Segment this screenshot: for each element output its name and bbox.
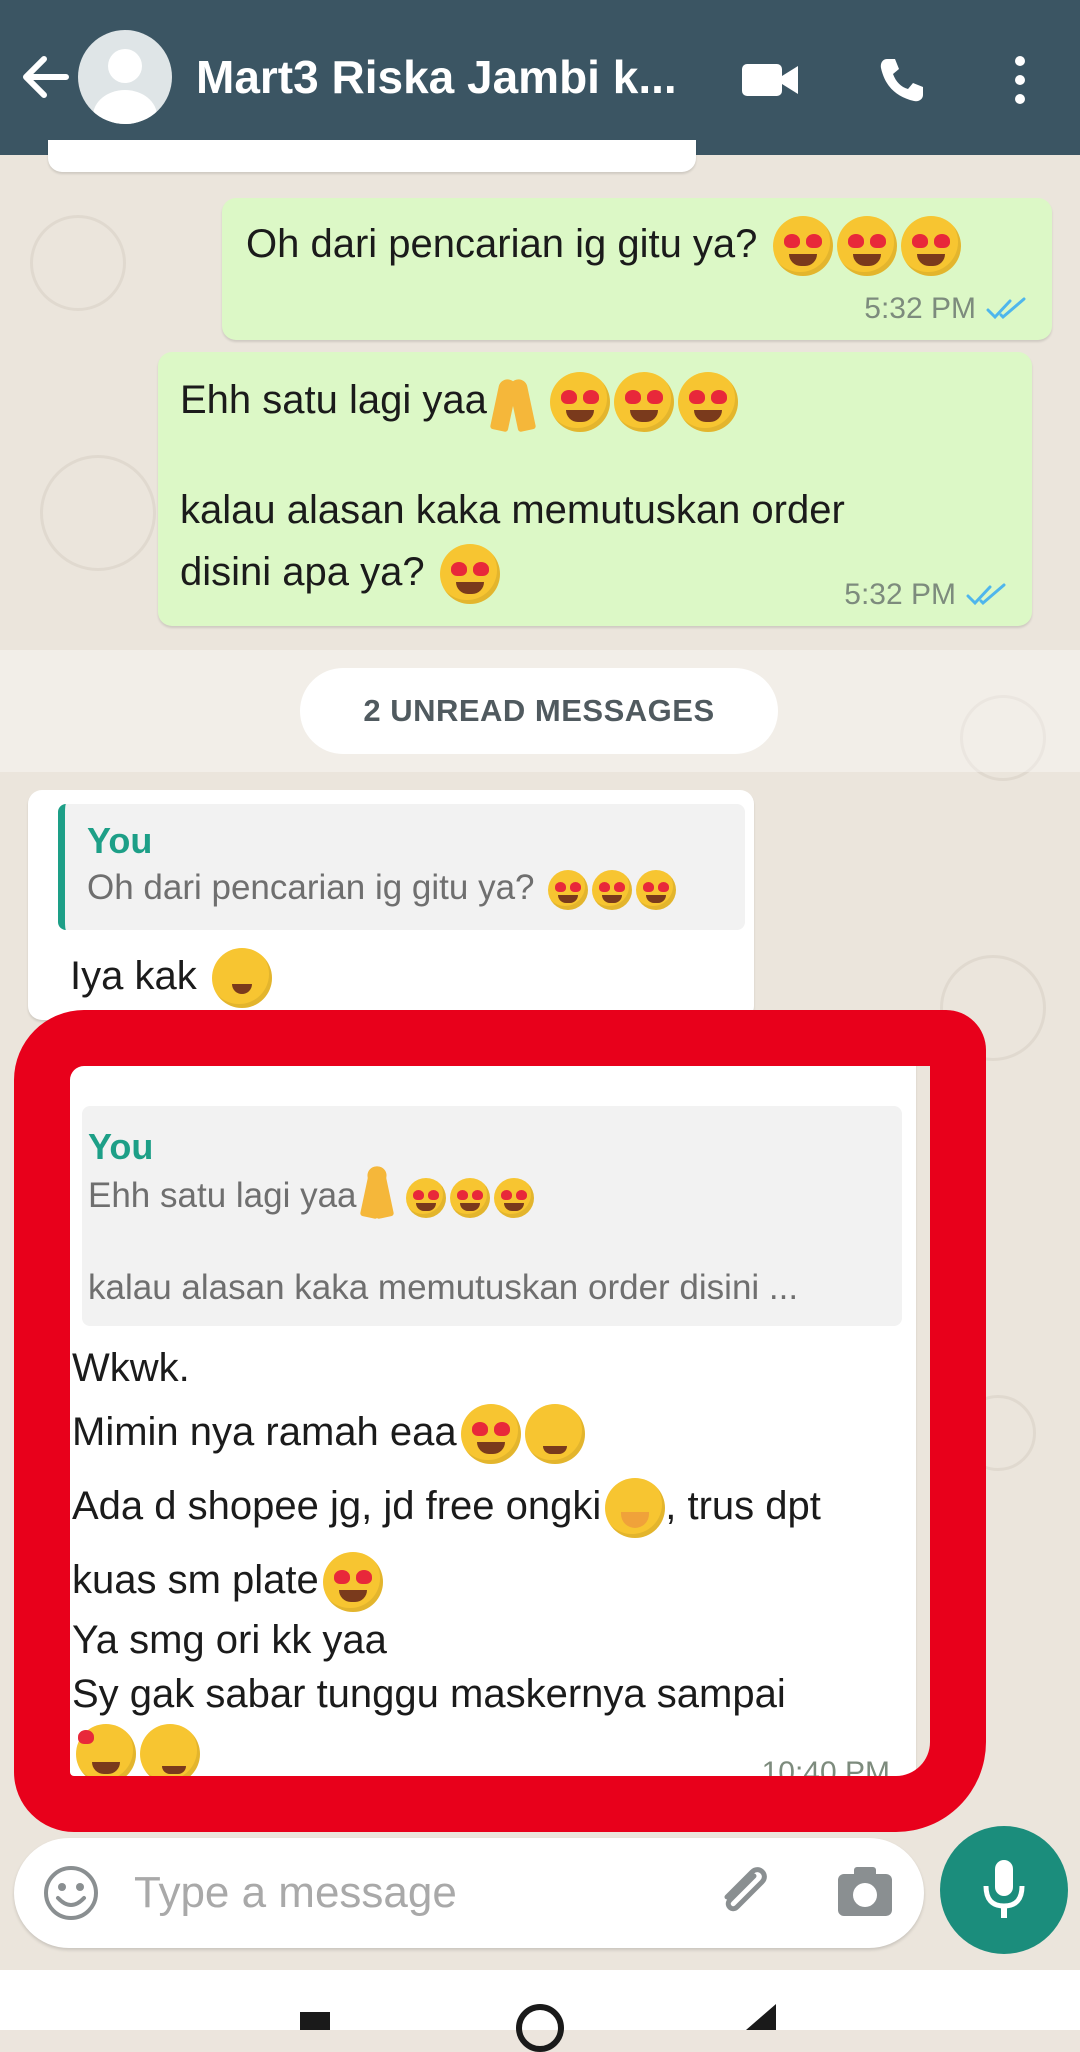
message-text: Iya kak <box>70 954 197 998</box>
chat-header: Mart3 Riska Jambi k... <box>0 0 1080 155</box>
heart-eyes-emoji <box>592 869 633 910</box>
camera-icon <box>838 1867 892 1916</box>
quoted-reply[interactable]: You Oh dari pencarian ig gitu ya? <box>58 804 745 930</box>
wallpaper-doodle <box>30 215 126 311</box>
contact-name[interactable]: Mart3 Riska Jambi k... <box>196 50 706 104</box>
video-call-icon <box>742 64 798 96</box>
unread-messages-badge: 2 UNREAD MESSAGES <box>300 668 778 754</box>
default-avatar-icon <box>93 49 157 124</box>
previous-message-bubble <box>48 140 696 172</box>
emoji-button[interactable] <box>42 1864 100 1927</box>
message-time: 5:32 PM <box>864 292 976 325</box>
message-text-line: kalau alasan kaka memutuskan order <box>180 488 845 532</box>
system-navigation-bar <box>0 1970 1080 2052</box>
home-nav-button[interactable] <box>516 2004 564 2052</box>
contact-avatar[interactable] <box>78 30 172 124</box>
heart-eyes-emoji <box>614 372 674 433</box>
attach-button[interactable] <box>714 1862 776 1929</box>
message-input-placeholder[interactable]: Type a message <box>134 1868 457 1918</box>
voice-message-button[interactable] <box>940 1826 1068 1954</box>
video-call-button[interactable] <box>738 50 802 110</box>
double-check-icon <box>986 297 1026 320</box>
double-check-icon <box>966 583 1006 606</box>
recents-nav-button[interactable] <box>300 2012 330 2030</box>
camera-button[interactable] <box>836 1864 894 1923</box>
paperclip-icon <box>724 1867 767 1912</box>
emoji-icon <box>44 1866 98 1920</box>
message-time: 5:32 PM <box>844 578 956 611</box>
heart-eyes-emoji <box>550 372 610 433</box>
folded-hands-emoji <box>491 373 535 431</box>
heart-eyes-emoji <box>678 372 738 433</box>
more-vert-icon <box>1015 56 1025 104</box>
message-text: Oh dari pencarian ig gitu ya? <box>246 222 758 266</box>
heart-eyes-emoji <box>636 869 677 910</box>
message-meta: 5:32 PM <box>844 578 1006 612</box>
wallpaper-doodle <box>40 455 156 571</box>
phone-icon <box>880 59 923 102</box>
back-button[interactable] <box>14 46 76 108</box>
red-highlight-annotation <box>14 1010 986 1832</box>
voice-call-button[interactable] <box>870 50 934 110</box>
outgoing-message[interactable]: Oh dari pencarian ig gitu ya? 5:32 PM <box>222 198 1052 340</box>
message-input-bar[interactable]: Type a message <box>14 1838 924 1948</box>
quoted-text: Oh dari pencarian ig gitu ya? <box>87 868 535 907</box>
heart-eyes-emoji <box>900 216 961 277</box>
heart-eyes-emoji <box>548 869 589 910</box>
outgoing-message[interactable]: Ehh satu lagi yaa kalau alasan kaka memu… <box>158 352 1032 626</box>
back-nav-button[interactable] <box>746 2004 776 2030</box>
heart-eyes-emoji <box>772 216 833 277</box>
microphone-icon <box>983 1860 1025 1918</box>
arrow-left-icon <box>23 56 69 98</box>
overflow-menu-button[interactable] <box>988 50 1052 110</box>
heart-eyes-emoji <box>439 544 500 605</box>
message-text-line: Ehh satu lagi yaa <box>180 378 487 422</box>
partying-face-emoji <box>211 948 272 1009</box>
message-meta: 5:32 PM <box>864 292 1026 326</box>
quoted-author: You <box>87 820 153 861</box>
message-text-line: disini apa ya? <box>180 550 425 594</box>
incoming-message[interactable]: You Oh dari pencarian ig gitu ya? Iya ka… <box>28 790 754 1020</box>
heart-eyes-emoji <box>836 216 897 277</box>
